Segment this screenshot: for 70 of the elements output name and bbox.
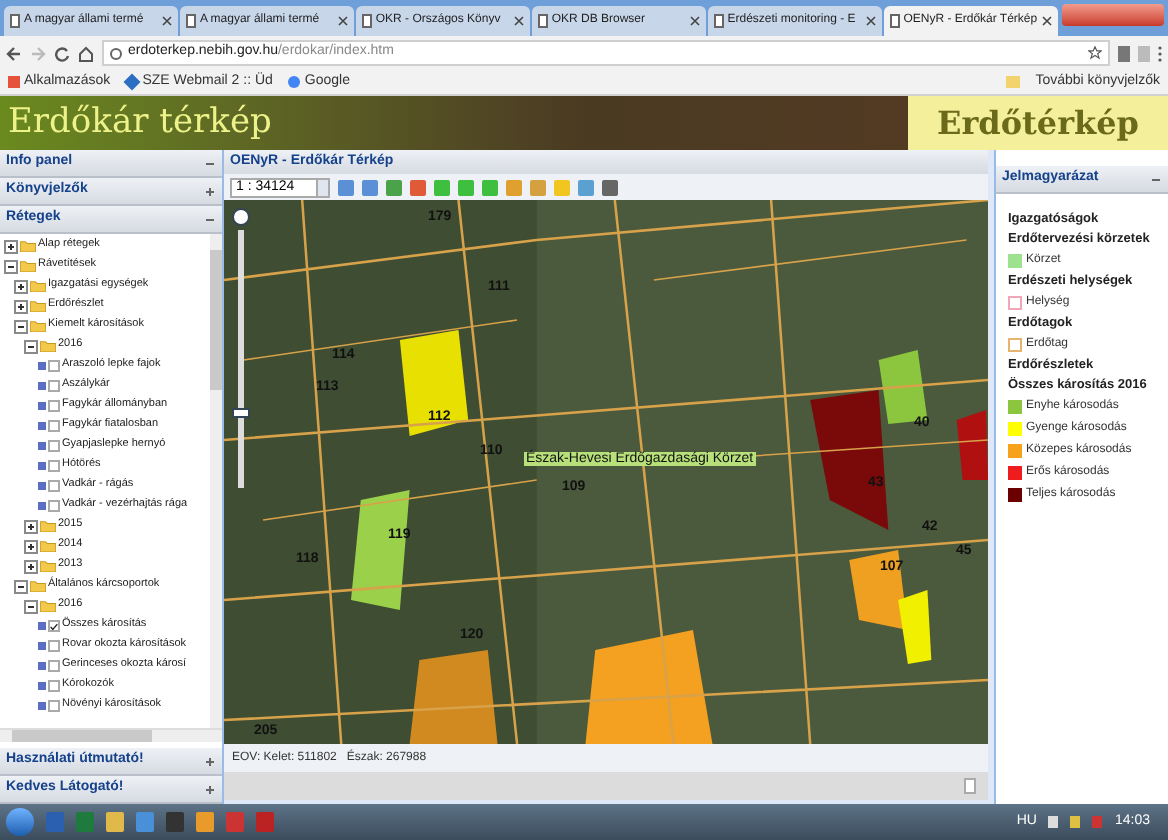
close-icon[interactable] [161,16,172,26]
layer-icon [38,502,46,510]
layer-icon [38,482,46,490]
pan-zoom-control[interactable] [232,208,250,488]
layer-checkbox[interactable] [48,660,60,672]
page-icon [713,14,724,28]
layer-checkbox[interactable] [48,400,60,412]
satellite-map-drawing[interactable] [224,200,988,744]
layer-icon [38,662,46,670]
layer-checkbox[interactable] [48,460,60,472]
layer-icon [38,402,46,410]
bookmark-icon [288,76,301,88]
close-icon[interactable] [1041,16,1052,26]
bookmark-icon [123,73,141,91]
close-icon[interactable] [337,16,348,26]
layer-icon [38,642,46,650]
vertical-scrollbar[interactable] [210,234,222,728]
start-button[interactable] [6,808,34,836]
check-icon [50,621,58,631]
horizontal-scrollbar[interactable] [0,728,222,742]
dropdown-icon [316,179,328,195]
layer-icon [38,422,46,430]
expand-icon[interactable] [24,519,38,533]
expand-icon[interactable] [24,559,38,573]
collapse-icon[interactable] [24,339,38,353]
small-button[interactable] [964,778,976,794]
layer-icon [38,702,46,710]
layer-checkbox[interactable] [48,480,60,492]
forward-icon[interactable] [30,45,46,61]
expand-icon[interactable] [24,539,38,553]
site-title: Erdőkár térkép [8,106,272,140]
home-icon[interactable] [78,45,94,61]
layer-icon [38,682,46,690]
page-icon [185,14,196,28]
collapse-icon[interactable] [14,579,28,593]
expand-icon[interactable] [14,299,28,313]
folder-icon [1005,76,1020,88]
layer-checkbox[interactable] [48,360,60,372]
expand-icon[interactable] [4,239,18,253]
layer-icon [38,442,46,450]
page-icon [889,14,900,28]
info-icon [110,47,122,59]
layer-checkbox[interactable] [48,380,60,392]
page-icon [361,14,372,28]
layer-icon [38,622,46,630]
layer-checkbox[interactable] [48,420,60,432]
layer-icon [38,462,46,470]
page-icon [537,14,548,28]
site-logo: Erdőtérkép [937,107,1139,139]
back-icon[interactable] [6,45,22,61]
collapse-icon[interactable] [4,259,18,273]
window-controls[interactable] [1061,4,1164,26]
layer-checkbox[interactable] [48,680,60,692]
reload-icon[interactable] [54,45,70,61]
collapse-icon[interactable] [14,319,28,333]
layer-checkbox[interactable] [48,620,60,632]
collapse-icon[interactable] [24,599,38,613]
layer-checkbox[interactable] [48,700,60,712]
layer-checkbox[interactable] [48,640,60,652]
close-icon[interactable] [865,16,876,26]
expand-icon[interactable] [14,279,28,293]
close-icon[interactable] [513,16,524,26]
bookmark-icon [8,76,20,88]
layer-icon [38,382,46,390]
layer-icon [38,362,46,370]
layer-checkbox[interactable] [48,440,60,452]
page-icon [10,14,20,28]
star-icon[interactable] [1088,46,1102,60]
close-icon[interactable] [689,16,700,26]
layer-checkbox[interactable] [48,500,60,512]
